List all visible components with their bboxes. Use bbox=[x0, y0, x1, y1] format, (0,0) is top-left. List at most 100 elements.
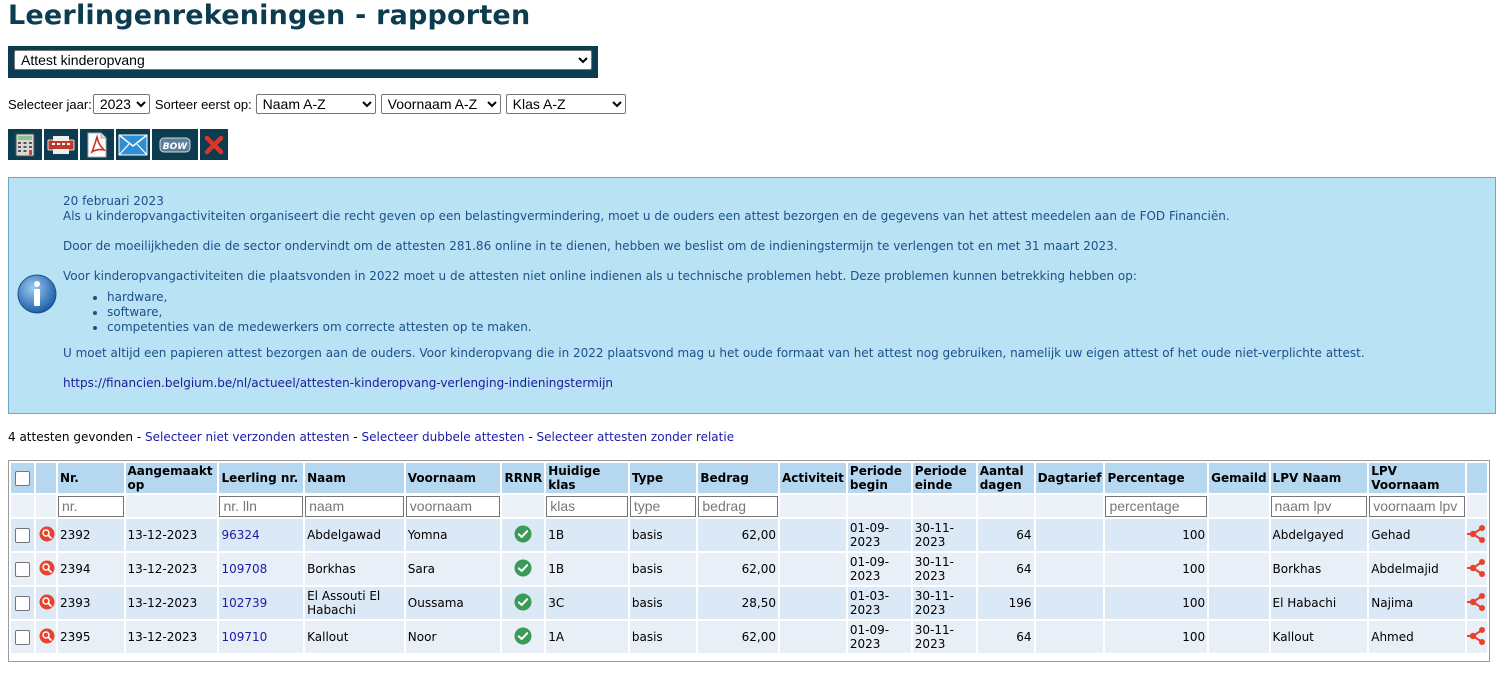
header-rrnr[interactable]: RRNR bbox=[502, 463, 545, 493]
list-item: hardware, bbox=[107, 290, 1483, 305]
share-relation-icon[interactable] bbox=[1466, 592, 1487, 612]
filter-lpv-naam-input[interactable] bbox=[1270, 495, 1368, 517]
calculator-button[interactable] bbox=[8, 129, 42, 160]
list-item: software, bbox=[107, 305, 1483, 320]
header-gemaild[interactable]: Gemaild bbox=[1209, 463, 1269, 493]
header-periode-begin[interactable]: Periode begin bbox=[847, 463, 911, 493]
info-link[interactable]: https://financien.belgium.be/nl/actueel/… bbox=[63, 376, 613, 390]
cell-klas: 1B bbox=[546, 519, 628, 551]
share-relation-icon[interactable] bbox=[1466, 524, 1487, 544]
filter-bar: Selecteer jaar: 2023 Sorteer eerst op: N… bbox=[8, 94, 631, 114]
check-circle-icon bbox=[514, 627, 532, 644]
filter-leerling-nr-input[interactable] bbox=[219, 495, 304, 517]
check-circle-icon bbox=[514, 525, 532, 542]
cell-lpv-voornaam: Abdelmajid bbox=[1369, 553, 1465, 585]
row-checkbox[interactable] bbox=[15, 561, 30, 577]
print-icon bbox=[47, 135, 75, 154]
header-activiteit[interactable]: Activiteit bbox=[779, 463, 846, 493]
table-row[interactable]: 2392 13-12-2023 96324 Abdelgawad Yomna 1… bbox=[11, 519, 1487, 551]
row-relation-cell bbox=[1466, 587, 1487, 619]
filter-voornaam-input[interactable] bbox=[405, 495, 501, 517]
filter-cell bbox=[1105, 495, 1208, 517]
header-percentage[interactable]: Percentage bbox=[1105, 463, 1208, 493]
header-aangemaakt[interactable]: Aangemaakt op bbox=[125, 463, 218, 493]
header-leerling-nr[interactable]: Leerling nr. bbox=[219, 463, 304, 493]
cell-rrnr bbox=[502, 621, 545, 653]
row-checkbox[interactable] bbox=[15, 595, 30, 611]
filter-nr-input[interactable] bbox=[57, 495, 124, 517]
separator: - bbox=[349, 430, 362, 444]
cell-periode-einde: 30-11-2023 bbox=[912, 587, 976, 619]
cell-type: basis bbox=[629, 587, 697, 619]
view-detail-icon[interactable] bbox=[39, 594, 55, 610]
row-checkbox[interactable] bbox=[15, 527, 30, 543]
cell-dagtarief bbox=[1035, 587, 1104, 619]
share-relation-icon[interactable] bbox=[1466, 626, 1487, 646]
cell-leerling-nr-link[interactable]: 102739 bbox=[219, 587, 304, 619]
cell-lpv-naam: Kallout bbox=[1270, 621, 1368, 653]
cell-aangemaakt: 13-12-2023 bbox=[125, 587, 218, 619]
header-naam[interactable]: Naam bbox=[305, 463, 404, 493]
filter-lpv-voornaam-input[interactable] bbox=[1369, 495, 1465, 517]
share-relation-icon[interactable] bbox=[1466, 558, 1487, 578]
filter-bedrag-input[interactable] bbox=[698, 495, 778, 517]
header-nr[interactable]: Nr. bbox=[57, 463, 124, 493]
cell-aangemaakt: 13-12-2023 bbox=[125, 621, 218, 653]
cell-naam: El Assouti El Habachi bbox=[305, 587, 404, 619]
delete-button[interactable] bbox=[200, 129, 228, 160]
cell-bedrag: 28,50 bbox=[698, 587, 778, 619]
year-label: Selecteer jaar: bbox=[8, 96, 92, 112]
filter-cell bbox=[405, 495, 501, 517]
sort-secondary-select[interactable]: Voornaam A-Z bbox=[380, 94, 501, 114]
sort-primary-select[interactable]: Naam A-Z bbox=[255, 94, 376, 114]
view-detail-icon[interactable] bbox=[39, 560, 55, 576]
filter-cell bbox=[546, 495, 628, 517]
table-row[interactable]: 2394 13-12-2023 109708 Borkhas Sara 1B b… bbox=[11, 553, 1487, 585]
mail-button[interactable] bbox=[116, 129, 150, 160]
row-relation-cell bbox=[1466, 621, 1487, 653]
header-voornaam[interactable]: Voornaam bbox=[405, 463, 501, 493]
sort-tertiary-select[interactable]: Klas A-Z bbox=[505, 94, 626, 114]
filter-cell bbox=[502, 495, 545, 517]
view-detail-icon[interactable] bbox=[39, 628, 55, 644]
row-checkbox[interactable] bbox=[15, 629, 30, 645]
cell-periode-einde: 30-11-2023 bbox=[912, 553, 976, 585]
table-row[interactable]: 2395 13-12-2023 109710 Kallout Noor 1A b… bbox=[11, 621, 1487, 653]
filter-klas-input[interactable] bbox=[546, 495, 628, 517]
header-type[interactable]: Type bbox=[629, 463, 697, 493]
header-dagtarief[interactable]: Dagtarief bbox=[1035, 463, 1104, 493]
header-lpv-naam[interactable]: LPV Naam bbox=[1270, 463, 1368, 493]
select-not-sent-link[interactable]: Selecteer niet verzonden attesten bbox=[145, 430, 350, 444]
header-bedrag[interactable]: Bedrag bbox=[698, 463, 778, 493]
table-header-row: Nr. Aangemaakt op Leerling nr. Naam Voor… bbox=[11, 463, 1487, 493]
select-no-relation-link[interactable]: Selecteer attesten zonder relatie bbox=[536, 430, 734, 444]
view-detail-icon[interactable] bbox=[39, 526, 55, 542]
print-button[interactable] bbox=[44, 129, 78, 160]
cell-bedrag: 62,00 bbox=[698, 519, 778, 551]
cell-leerling-nr-link[interactable]: 109708 bbox=[219, 553, 304, 585]
header-aantal-dagen[interactable]: Aantal dagen bbox=[977, 463, 1034, 493]
svg-text:BOW: BOW bbox=[163, 142, 189, 152]
filter-type-input[interactable] bbox=[629, 495, 697, 517]
header-periode-einde[interactable]: Periode einde bbox=[912, 463, 976, 493]
cell-activiteit bbox=[779, 587, 846, 619]
table-row[interactable]: 2393 13-12-2023 102739 El Assouti El Hab… bbox=[11, 587, 1487, 619]
select-all-checkbox[interactable] bbox=[15, 470, 30, 486]
cell-dagtarief bbox=[1035, 519, 1104, 551]
report-type-select[interactable]: Attest kinderopvang bbox=[14, 50, 592, 70]
header-klas[interactable]: Huidige klas bbox=[546, 463, 628, 493]
pdf-button[interactable] bbox=[80, 129, 114, 160]
cell-type: basis bbox=[629, 519, 697, 551]
filter-percentage-input[interactable] bbox=[1105, 495, 1208, 517]
cell-leerling-nr-link[interactable]: 109710 bbox=[219, 621, 304, 653]
header-lpv-voornaam[interactable]: LPV Voornaam bbox=[1369, 463, 1465, 493]
cell-lpv-naam: Abdelgayed bbox=[1270, 519, 1368, 551]
select-duplicates-link[interactable]: Selecteer dubbele attesten bbox=[362, 430, 525, 444]
cell-klas: 1A bbox=[546, 621, 628, 653]
filter-naam-input[interactable] bbox=[305, 495, 404, 517]
bow-button[interactable]: BOW bbox=[152, 129, 198, 160]
filter-cell bbox=[1270, 495, 1368, 517]
cell-rrnr bbox=[502, 519, 545, 551]
cell-leerling-nr-link[interactable]: 96324 bbox=[219, 519, 304, 551]
year-select[interactable]: 2023 bbox=[92, 94, 150, 114]
